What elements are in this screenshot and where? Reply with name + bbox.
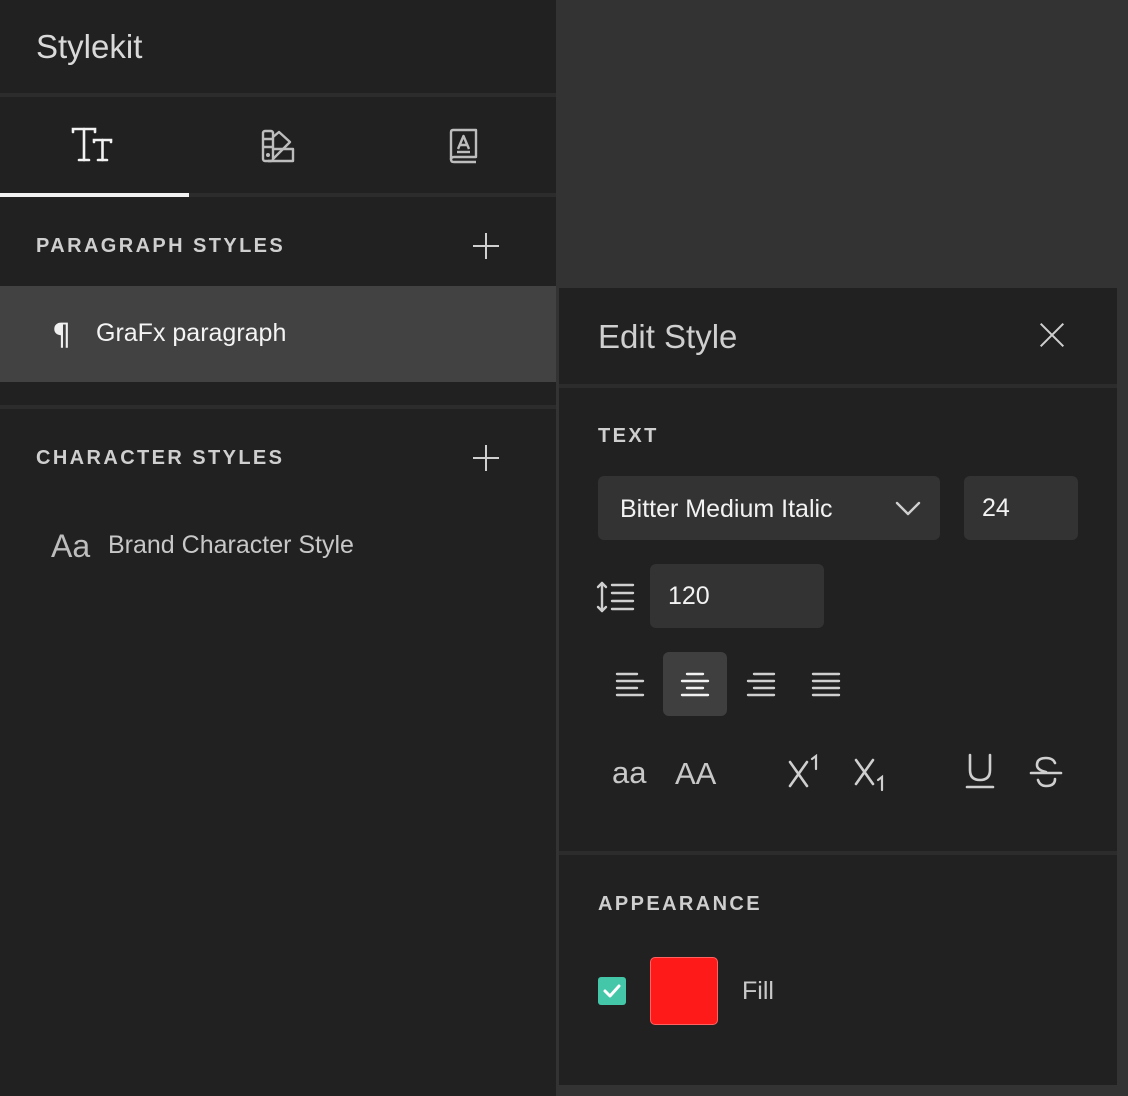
close-icon[interactable] [1039, 322, 1065, 348]
text-styles-icon [71, 127, 112, 162]
divider [559, 384, 1117, 388]
line-height-input[interactable]: 120 [650, 564, 824, 628]
strikethrough-icon [1029, 756, 1063, 788]
strikethrough-button[interactable] [1029, 754, 1063, 798]
line-height-icon [596, 581, 635, 613]
line-height-value: 120 [668, 582, 710, 610]
underline-button[interactable] [964, 752, 996, 798]
superscript-icon [788, 753, 818, 788]
text-section-heading: TEXT [598, 425, 659, 447]
tab-text-styles[interactable] [0, 97, 185, 195]
superscript-button[interactable] [787, 753, 825, 798]
subscript-button[interactable] [853, 754, 891, 802]
pilcrow-icon: ¶ [52, 318, 72, 353]
font-size-input[interactable]: 24 [964, 476, 1078, 540]
tab-brand-book[interactable] [370, 97, 555, 195]
paragraph-style-label[interactable]: GraFx paragraph [96, 319, 286, 348]
divider [559, 851, 1117, 855]
align-left-button[interactable] [598, 652, 662, 716]
align-left-icon [615, 672, 645, 697]
font-family-value: Bitter Medium Italic [620, 495, 833, 523]
subscript-icon [854, 758, 884, 792]
brand-book-icon [449, 128, 477, 164]
align-justify-icon [811, 672, 841, 697]
font-size-value: 24 [982, 494, 1010, 522]
align-center-icon [680, 672, 710, 697]
uppercase-button[interactable]: AA [675, 756, 716, 792]
paragraph-styles-heading: PARAGRAPH STYLES [36, 235, 286, 257]
fill-checkbox[interactable] [598, 977, 626, 1005]
stylekit-tabs [0, 97, 556, 195]
fill-color-swatch[interactable] [650, 957, 718, 1025]
active-tab-indicator [0, 193, 189, 197]
divider [0, 405, 556, 409]
character-style-icon: Aa [51, 528, 91, 564]
chevron-down-icon [895, 501, 921, 516]
add-paragraph-style-button[interactable] [471, 231, 501, 261]
character-styles-heading: CHARACTER STYLES [36, 447, 285, 469]
appearance-section-heading: APPEARANCE [598, 893, 763, 915]
divider [189, 193, 556, 197]
fill-label: Fill [742, 977, 774, 1005]
color-swatches-icon [261, 129, 294, 163]
align-justify-button[interactable] [794, 652, 858, 716]
lowercase-button[interactable]: aa [612, 755, 646, 791]
align-center-button[interactable] [663, 652, 727, 716]
align-right-icon [746, 672, 776, 697]
edit-style-panel: Edit Style TEXT Bitter Medium Italic 24 … [559, 288, 1117, 1085]
align-right-button[interactable] [729, 652, 793, 716]
stylekit-panel: Stylekit PARAGRAPH STYLES ¶ GraFx paragr… [0, 0, 556, 1096]
tab-color-swatches[interactable] [185, 97, 370, 195]
edit-style-title: Edit Style [598, 318, 738, 355]
add-character-style-button[interactable] [471, 443, 501, 473]
panel-title: Stylekit [36, 28, 143, 65]
checkmark-icon [603, 984, 621, 998]
character-style-label[interactable]: Brand Character Style [108, 531, 354, 560]
underline-icon [965, 753, 995, 789]
font-family-select[interactable]: Bitter Medium Italic [598, 476, 940, 540]
